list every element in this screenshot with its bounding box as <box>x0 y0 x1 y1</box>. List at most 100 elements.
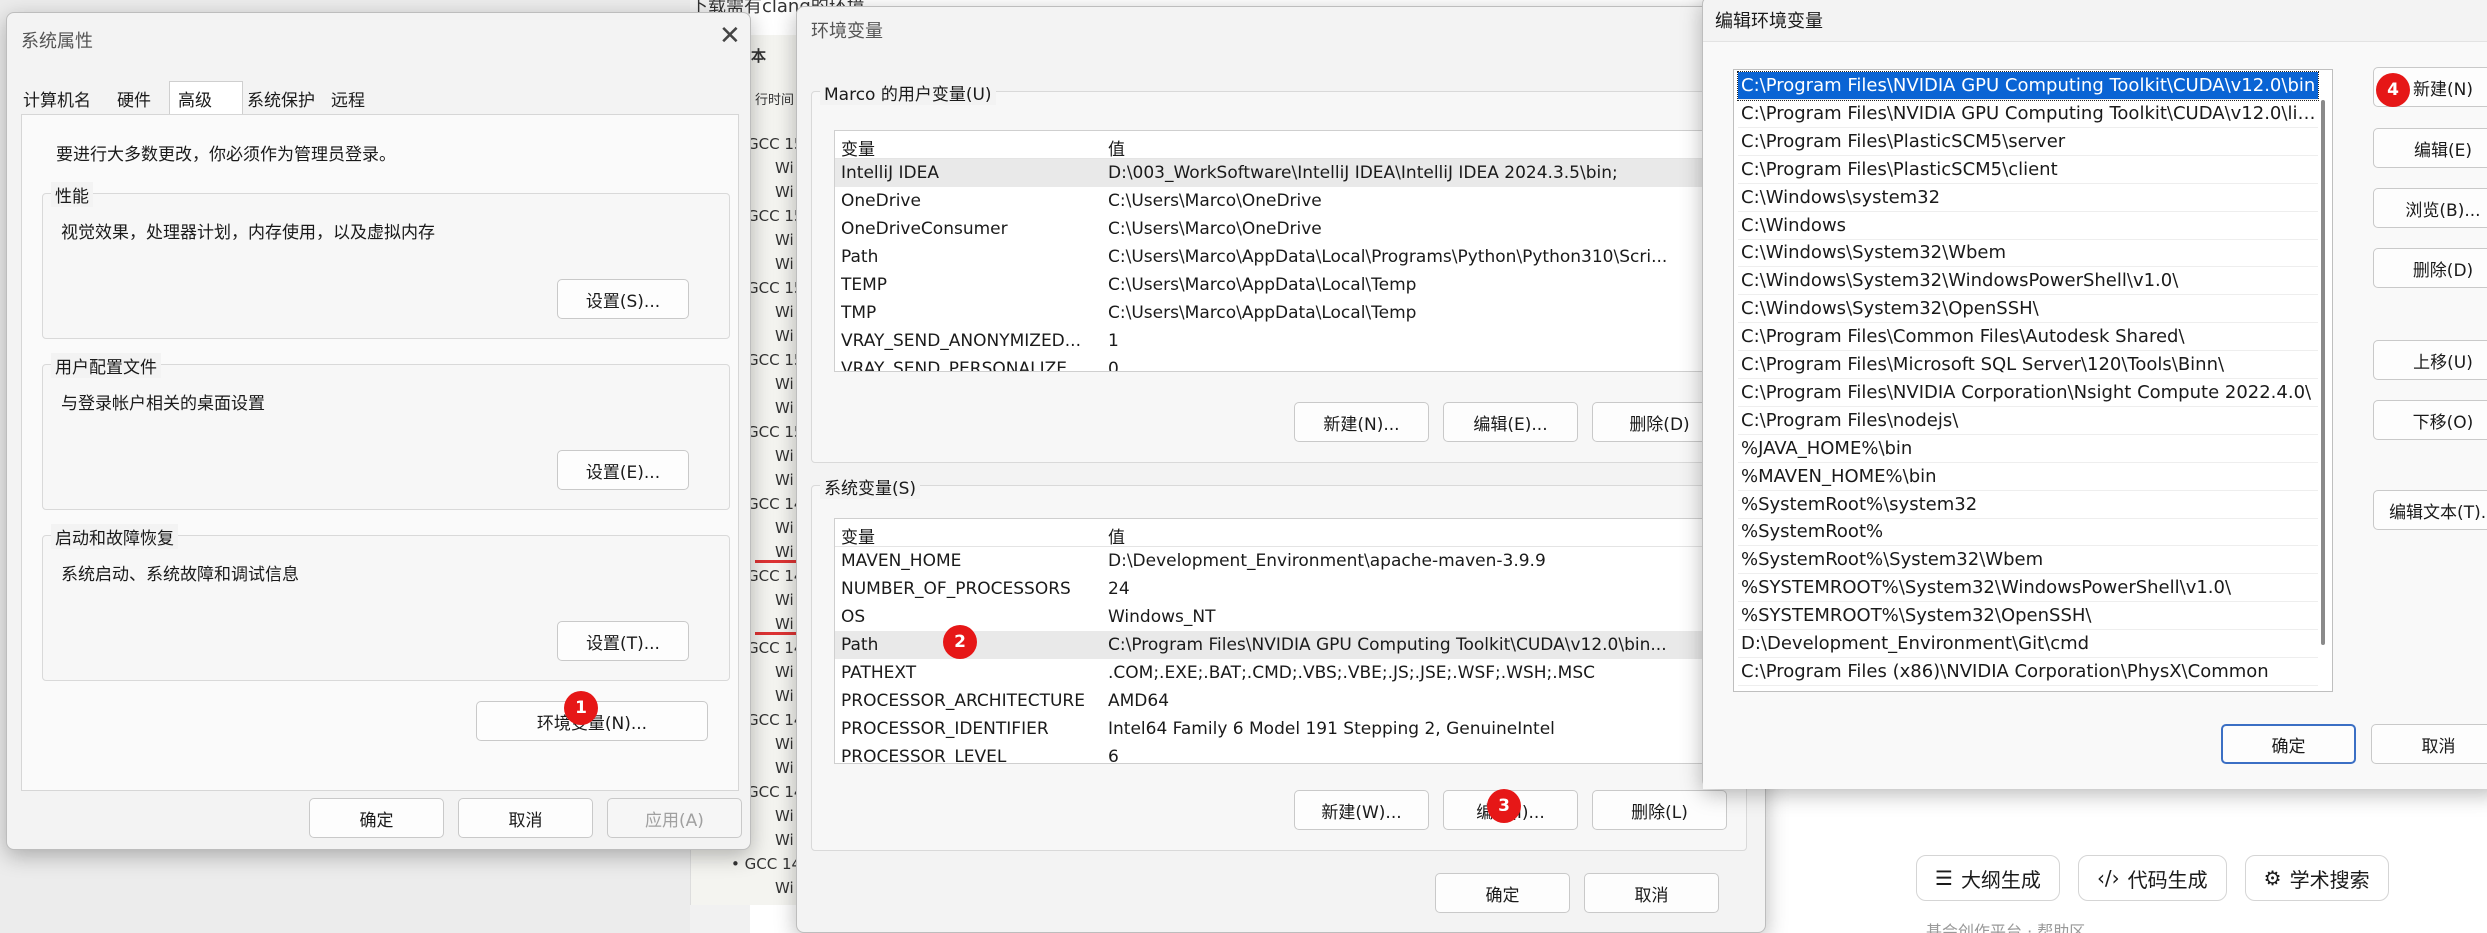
table-row[interactable]: PATHEXT .COM;.EXE;.BAT;.CMD;.VBS;.VBE;.JS… <box>835 659 1723 687</box>
list-item[interactable]: C:\Program Files\NVIDIA GPU Computing To… <box>1737 71 2319 101</box>
variable-name: IntelliJ IDEA <box>841 163 939 183</box>
table-row[interactable]: TEMP C:\Users\Marco\AppData\Local\Temp <box>835 271 1723 299</box>
list-item[interactable]: C:\Windows\System32\Wbem <box>1738 239 2318 267</box>
list-item[interactable]: C:\Windows\System32\OpenSSH\ <box>1738 295 2318 323</box>
table-row[interactable]: NUMBER_OF_PROCESSORS 24 <box>835 575 1723 603</box>
ok-button[interactable]: 确定 <box>1435 873 1570 913</box>
list-item[interactable]: C:\Program Files\Common Files\Autodesk S… <box>1738 323 2318 351</box>
variable-value: Intel64 Family 6 Model 191 Stepping 2, G… <box>1108 719 1555 739</box>
table-row[interactable]: PROCESSOR_IDENTIFIER Intel64 Family 6 Mod… <box>835 715 1723 743</box>
list-item[interactable]: C:\Windows\system32 <box>1738 184 2318 212</box>
system-new-button[interactable]: 新建(W)... <box>1294 790 1429 830</box>
ok-button[interactable]: 确定 <box>2221 724 2356 764</box>
apply-button[interactable]: 应用(A) <box>607 798 742 838</box>
edit-text-button[interactable]: 编辑文本(T)... <box>2373 490 2487 530</box>
list-item[interactable]: %SystemRoot%\system32 <box>1738 491 2318 519</box>
table-row[interactable]: MAVEN_HOME D:\Development_Environment\apa… <box>835 547 1723 575</box>
system-delete-button[interactable]: 删除(L) <box>1592 790 1727 830</box>
group-label: 启动和故障恢复 <box>51 524 178 549</box>
table-row[interactable]: VRAY_SEND_ANONYMIZED... 1 <box>835 327 1723 355</box>
path-move-up-button[interactable]: 上移(U) <box>2373 340 2487 380</box>
background-version-row: Wi <box>775 735 794 753</box>
variable-value: 0 <box>1108 359 1119 372</box>
variable-name: Path <box>841 247 879 267</box>
chip-code-gen[interactable]: ‹/› 代码生成 <box>2077 855 2227 901</box>
user-edit-button[interactable]: 编辑(E)... <box>1443 402 1578 442</box>
list-item[interactable]: C:\Windows <box>1738 212 2318 240</box>
variable-name: MAVEN_HOME <box>841 551 962 571</box>
list-item[interactable]: %SYSTEMROOT%\System32\WindowsPowerShell\… <box>1738 574 2318 602</box>
path-edit-button[interactable]: 编辑(E) <box>2373 128 2487 168</box>
performance-settings-button[interactable]: 设置(S)... <box>557 279 689 319</box>
variable-name: PROCESSOR_ARCHITECTURE <box>841 691 1085 711</box>
ok-button[interactable]: 确定 <box>309 798 444 838</box>
variable-value: C:\Users\Marco\OneDrive <box>1108 191 1322 211</box>
column-header-value: 值 <box>1108 140 1125 160</box>
close-icon[interactable]: ✕ <box>719 23 741 49</box>
list-item[interactable]: D:\Development_Environment\Git\cmd <box>1738 630 2318 658</box>
user-variables-list[interactable]: 变量 值 IntelliJ IDEA D:\003_WorkSoftware\In… <box>834 130 1724 372</box>
table-row[interactable]: OneDrive C:\Users\Marco\OneDrive <box>835 187 1723 215</box>
list-item[interactable]: C:\Program Files\PlasticSCM5\server <box>1738 128 2318 156</box>
variable-value: D:\003_WorkSoftware\IntelliJ IDEA\Intell… <box>1108 163 1618 183</box>
chip-academic-search[interactable]: ⚙ 学术搜索 <box>2244 855 2389 901</box>
list-item[interactable]: C:\Program Files\Microsoft SQL Server\12… <box>1738 351 2318 379</box>
dialog-title: 系统属性 <box>21 31 93 52</box>
background-version-row: GCC 15 <box>747 279 804 297</box>
edit-environment-variable-dialog: 编辑环境变量 C:\Program Files\NVIDIA GPU Compu… <box>1702 0 2487 789</box>
scrollbar-thumb[interactable] <box>2321 100 2325 645</box>
tab-system-protection[interactable]: 系统保护 <box>239 81 323 115</box>
tab-remote[interactable]: 远程 <box>323 81 373 115</box>
path-move-down-button[interactable]: 下移(O) <box>2373 400 2487 440</box>
background-version-row: GCC 14 <box>747 711 804 729</box>
table-row[interactable]: Path C:\Users\Marco\AppData\Local\Program… <box>835 243 1723 271</box>
background-version-row: Wi <box>775 159 794 177</box>
table-row[interactable]: PROCESSOR_LEVEL 6 <box>835 743 1723 763</box>
group-label: 性能 <box>51 182 93 207</box>
table-row[interactable]: TMP C:\Users\Marco\AppData\Local\Temp <box>835 299 1723 327</box>
chip-outline-gen[interactable]: ☰ 大纲生成 <box>1916 855 2060 901</box>
step-badge-1: 1 <box>564 691 598 725</box>
background-version-row: Wi <box>775 687 794 705</box>
tab-computer-name[interactable]: 计算机名 <box>15 81 99 115</box>
path-browse-button[interactable]: 浏览(B)... <box>2373 188 2487 228</box>
tab-hardware[interactable]: 硬件 <box>109 81 159 115</box>
list-item[interactable]: C:\Program Files\PlasticSCM5\client <box>1738 156 2318 184</box>
cancel-button[interactable]: 取消 <box>458 798 593 838</box>
startup-settings-button[interactable]: 设置(T)... <box>557 621 689 661</box>
list-item[interactable]: C:\Program Files\NVIDIA GPU Computing To… <box>1738 100 2318 128</box>
dialog-title: 编辑环境变量 <box>1715 11 1823 32</box>
advanced-tab-panel: 要进行大多数更改，你必须作为管理员登录。 性能 视觉效果，处理器计划，内存使用，… <box>21 114 739 791</box>
table-row[interactable]: OneDriveConsumer C:\Users\Marco\OneDrive <box>835 215 1723 243</box>
list-item[interactable]: C:\Program Files\nodejs\ <box>1738 407 2318 435</box>
profile-settings-button[interactable]: 设置(E)... <box>557 450 689 490</box>
list-item[interactable]: %MAVEN_HOME%\bin <box>1738 463 2318 491</box>
cancel-button[interactable]: 取消 <box>1584 873 1719 913</box>
variable-value: AMD64 <box>1108 691 1170 711</box>
list-item[interactable]: C:\Windows\System32\WindowsPowerShell\v1… <box>1738 267 2318 295</box>
variable-name: NUMBER_OF_PROCESSORS <box>841 579 1071 599</box>
list-item[interactable]: %SystemRoot%\System32\Wbem <box>1738 546 2318 574</box>
variable-value: D:\Development_Environment\apache-maven-… <box>1108 551 1546 571</box>
background-version-row: GCC 14 <box>747 567 804 585</box>
cancel-button[interactable]: 取消 <box>2371 724 2487 764</box>
tab-advanced[interactable]: 高级 <box>169 81 243 115</box>
list-item[interactable]: %JAVA_HOME%\bin <box>1738 435 2318 463</box>
group-label: Marco 的用户变量(U) <box>820 80 996 105</box>
table-row[interactable]: PROCESSOR_ARCHITECTURE AMD64 <box>835 687 1723 715</box>
user-new-button[interactable]: 新建(N)... <box>1294 402 1429 442</box>
group-desc: 系统启动、系统故障和调试信息 <box>61 565 299 585</box>
table-row[interactable]: IntelliJ IDEA D:\003_WorkSoftware\Intelli… <box>835 159 1723 187</box>
path-entries-list[interactable]: C:\Program Files\NVIDIA GPU Computing To… <box>1733 69 2333 692</box>
background-red-underline <box>755 632 801 635</box>
list-item[interactable]: %SystemRoot% <box>1738 518 2318 546</box>
list-item[interactable]: C:\Program Files\NVIDIA Corporation\Nsig… <box>1738 379 2318 407</box>
background-version-row: GCC 14 <box>747 783 804 801</box>
background-red-underline <box>755 560 801 563</box>
table-row[interactable]: VRAY_SEND_PERSONALIZE... 0 <box>835 355 1723 372</box>
variable-value: C:\Users\Marco\OneDrive <box>1108 219 1322 239</box>
academic-search-icon: ⚙ <box>2263 866 2282 890</box>
list-item[interactable]: C:\Program Files (x86)\NVIDIA Corporatio… <box>1738 658 2318 686</box>
list-item[interactable]: %SYSTEMROOT%\System32\OpenSSH\ <box>1738 602 2318 630</box>
path-delete-button[interactable]: 删除(D) <box>2373 248 2487 288</box>
